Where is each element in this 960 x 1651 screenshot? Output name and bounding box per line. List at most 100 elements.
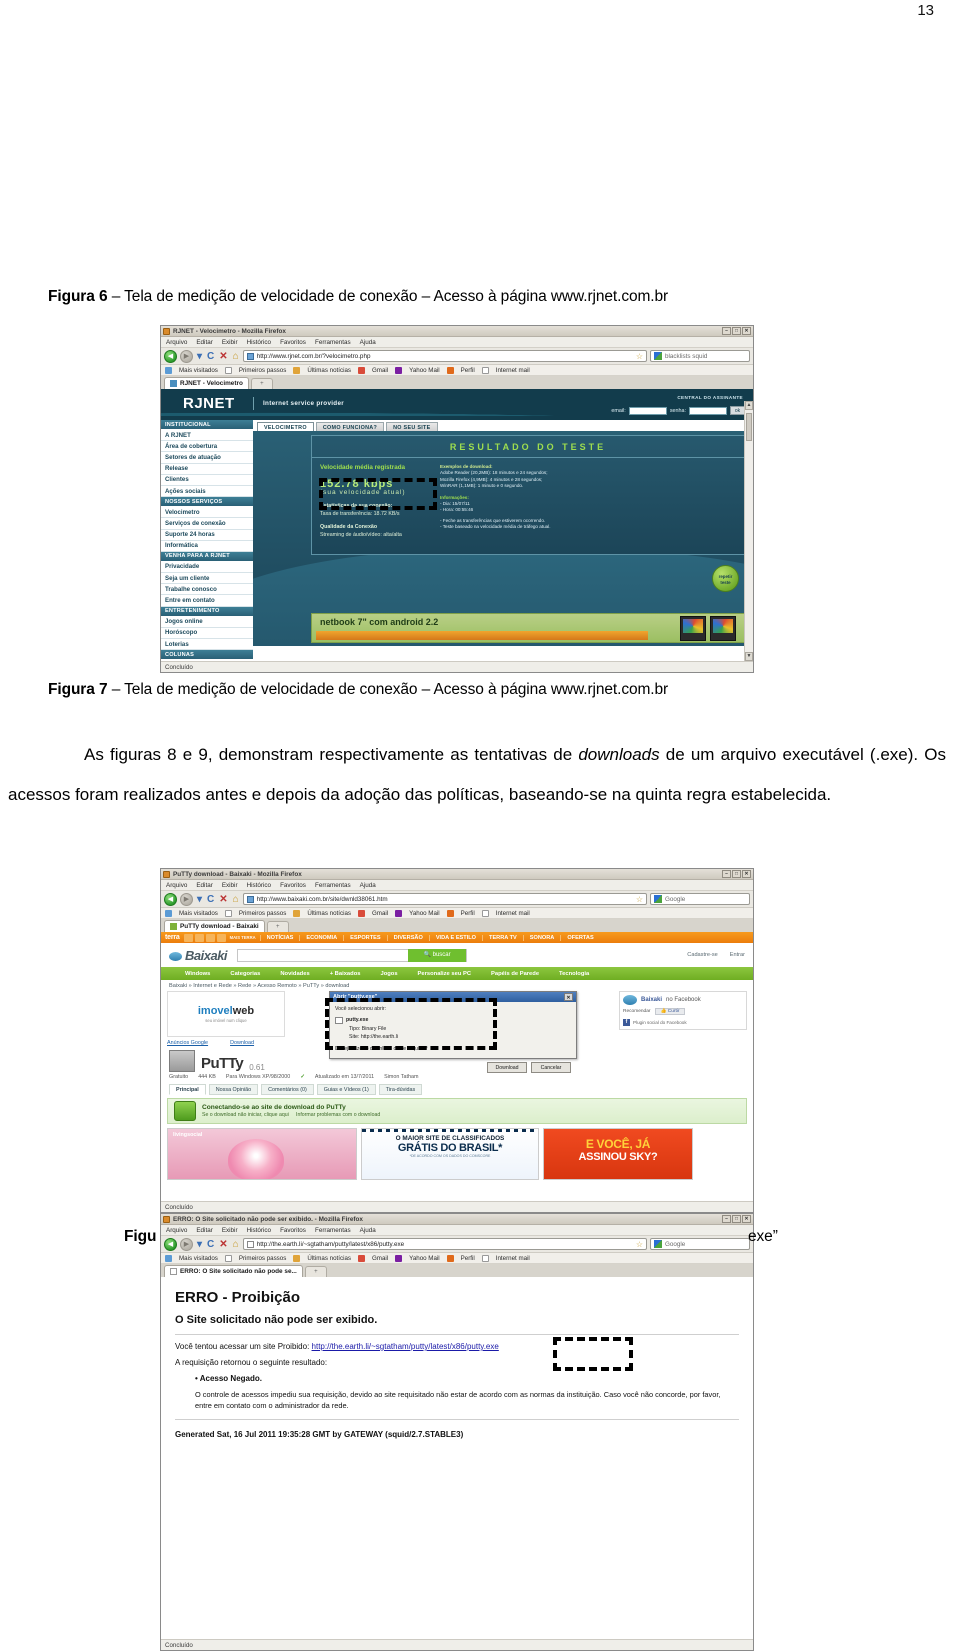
chevron-down-icon[interactable]: ▾ <box>196 894 203 905</box>
menu-arquivo[interactable]: Arquivo <box>166 339 187 346</box>
nav-personalize-pc[interactable]: Personalize seu PC <box>408 971 481 977</box>
window-controls[interactable]: – □ ✕ <box>722 870 751 878</box>
menu-favoritos[interactable]: Favoritos <box>280 1227 306 1234</box>
terra-more-label[interactable]: MAIS TERRA <box>230 935 256 940</box>
menu-editar[interactable]: Editar <box>196 882 212 889</box>
sidebar-item-entre-contato[interactable]: Entre em contato <box>161 595 253 607</box>
link-entrar[interactable]: Entrar <box>730 952 745 958</box>
sidebar-item-suporte-24h[interactable]: Suporte 24 horas <box>161 530 253 541</box>
error-active-tab[interactable]: ERRO: O Site solicitado não pode se... <box>164 1265 303 1277</box>
menu-ajuda[interactable]: Ajuda <box>360 1227 376 1234</box>
stop-icon[interactable]: ✕ <box>218 351 228 362</box>
terra-icon-4[interactable] <box>216 933 226 942</box>
stop-icon[interactable]: ✕ <box>218 894 228 905</box>
nav-mais-baixados[interactable]: + Baixados <box>320 971 371 977</box>
bookmark-star-icon[interactable]: ☆ <box>636 1240 643 1249</box>
error-menubar[interactable]: Arquivo Editar Exibir Histórico Favorito… <box>161 1225 753 1236</box>
terra-nav-esportes[interactable]: ESPORTES <box>343 934 386 941</box>
repeat-test-button[interactable]: repetir teste <box>712 565 739 592</box>
reload-icon[interactable]: C <box>206 1239 215 1250</box>
bookmark-star-icon[interactable]: ☆ <box>636 352 643 361</box>
bookmark-perfil[interactable]: Perfil <box>461 1255 475 1262</box>
sidebar-item-servicos-conexao[interactable]: Serviços de conexão <box>161 518 253 530</box>
menu-favoritos[interactable]: Favoritos <box>280 339 306 346</box>
terra-nav-sonora[interactable]: SONORA <box>522 934 561 941</box>
minimize-button[interactable]: – <box>722 1215 731 1223</box>
menu-editar[interactable]: Editar <box>196 1227 212 1234</box>
livingsocial-banner[interactable]: livingsocial <box>167 1128 357 1180</box>
terra-nav-vida-estilo[interactable]: VIDA E ESTILO <box>428 934 482 941</box>
fb-recommend-label[interactable]: Recomendar <box>623 1009 650 1014</box>
nav-categorias[interactable]: Categorias <box>220 971 270 977</box>
window-controls[interactable]: – □ ✕ <box>722 1215 751 1223</box>
netbook-promo-banner[interactable]: netbook 7" com android 2.2 <box>311 613 745 643</box>
terra-icon-3[interactable] <box>205 933 215 942</box>
dialog-cancel-button[interactable]: Cancelar <box>531 1061 571 1073</box>
home-icon[interactable]: ⌂ <box>232 351 240 362</box>
sidebar-item-trabalhe-conosco[interactable]: Trabalhe conosco <box>161 584 253 596</box>
menu-exibir[interactable]: Exibir <box>222 1227 238 1234</box>
bookmark-yahoo-mail[interactable]: Yahoo Mail <box>409 367 440 374</box>
sidebar-item-jogos-online[interactable]: Jogos online <box>161 617 253 628</box>
sidebar-item-clientes[interactable]: Clientes <box>161 475 253 486</box>
reload-icon[interactable]: C <box>206 351 215 362</box>
tab-principal[interactable]: Principal <box>169 1084 206 1095</box>
bookmark-primeiros-passos[interactable]: Primeiros passos <box>239 1255 286 1262</box>
sidebar-item-acoes-sociais[interactable]: Ações sociais <box>161 486 253 498</box>
sidebar-item-privacidade[interactable]: Privacidade <box>161 562 253 574</box>
rjnet-vertical-scrollbar[interactable]: ▲ ▼ <box>744 401 753 661</box>
email-field[interactable] <box>628 406 667 415</box>
scroll-thumb[interactable] <box>746 413 752 441</box>
rjnet-active-tab[interactable]: RJNET - Velocimetro <box>164 377 249 389</box>
sidebar-item-setores-atuacao[interactable]: Setores de atuação <box>161 452 253 464</box>
bookmark-internet-mail[interactable]: Internet mail <box>496 367 530 374</box>
nav-windows[interactable]: Windows <box>175 971 220 977</box>
link-download-ad[interactable]: Download <box>230 1040 254 1046</box>
baixaki-search-button[interactable]: 🔍 buscar <box>408 948 467 962</box>
bookmark-internet-mail[interactable]: Internet mail <box>496 910 530 917</box>
window-controls[interactable]: – □ ✕ <box>722 327 751 335</box>
tab-tira-duvidas[interactable]: Tira-dúvidas <box>378 1084 423 1095</box>
bookmark-gmail[interactable]: Gmail <box>372 910 388 917</box>
close-button[interactable]: ✕ <box>742 1215 751 1223</box>
home-icon[interactable]: ⌂ <box>232 894 240 905</box>
baixaki-search-field[interactable]: 🔍 buscar <box>237 948 468 962</box>
scroll-up-arrow[interactable]: ▲ <box>745 401 753 410</box>
nav-jogos[interactable]: Jogos <box>370 971 407 977</box>
baixaki-url-bar[interactable]: http://www.baixaki.com.br/site/dwnld3806… <box>242 893 647 905</box>
bookmark-primeiros-passos[interactable]: Primeiros passos <box>239 910 286 917</box>
dialog-close-icon[interactable]: ✕ <box>564 993 573 1001</box>
menu-exibir[interactable]: Exibir <box>222 339 238 346</box>
dialog-download-button[interactable]: Download <box>487 1061 527 1073</box>
menu-ajuda[interactable]: Ajuda <box>360 882 376 889</box>
terra-nav-economia[interactable]: ECONOMIA <box>299 934 343 941</box>
new-tab-button[interactable]: + <box>266 921 289 932</box>
bookmark-star-icon[interactable]: ☆ <box>636 895 643 904</box>
sidebar-item-horoscopo[interactable]: Horóscopo <box>161 628 253 639</box>
bookmark-gmail[interactable]: Gmail <box>372 367 388 374</box>
menu-historico[interactable]: Histórico <box>247 882 272 889</box>
new-tab-button[interactable]: + <box>304 1266 327 1277</box>
classificados-banner[interactable]: O MAIOR SITE DE CLASSIFICADOS GRÁTIS DO … <box>361 1128 539 1180</box>
reload-icon[interactable]: C <box>206 894 215 905</box>
menu-favoritos[interactable]: Favoritos <box>280 882 306 889</box>
tab-nossa-opiniao[interactable]: Nossa Opinião <box>208 1084 259 1095</box>
terra-nav-noticias[interactable]: NOTÍCIAS <box>259 934 300 941</box>
bookmark-gmail[interactable]: Gmail <box>372 1255 388 1262</box>
menu-ferramentas[interactable]: Ferramentas <box>315 339 351 346</box>
baixaki-menubar[interactable]: Arquivo Editar Exibir Histórico Favorito… <box>161 880 753 891</box>
bookmark-primeiros-passos[interactable]: Primeiros passos <box>239 367 286 374</box>
link-anuncios-google[interactable]: Anúncios Google <box>167 1040 208 1046</box>
maximize-button[interactable]: □ <box>732 870 741 878</box>
menu-ferramentas[interactable]: Ferramentas <box>315 1227 351 1234</box>
imovelweb-ad[interactable]: imovelweb seu imóvel num clique <box>167 991 285 1037</box>
bookmark-ultimas-noticias[interactable]: Últimas notícias <box>307 1255 351 1262</box>
minimize-button[interactable]: – <box>722 870 731 878</box>
error-search-box[interactable]: Google <box>650 1238 750 1250</box>
terra-nav-ofertas[interactable]: OFERTAS <box>560 934 599 941</box>
bookmark-mais-visitados[interactable]: Mais visitados <box>179 910 218 917</box>
menu-editar[interactable]: Editar <box>196 339 212 346</box>
menu-arquivo[interactable]: Arquivo <box>166 882 187 889</box>
forward-icon[interactable]: ▶ <box>180 1237 193 1251</box>
terra-icon-1[interactable] <box>183 933 193 942</box>
